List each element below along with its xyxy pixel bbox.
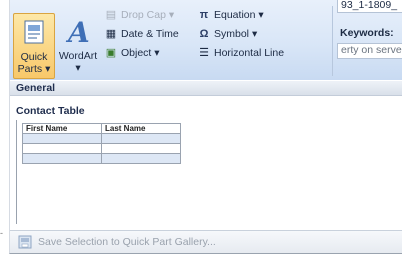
wordart-button[interactable]: A WordArt ▾ [58,13,98,77]
table-cell [22,143,102,154]
symbol-label: Symbol [214,28,250,40]
quick-parts-button[interactable]: Quick Parts ▾ [13,13,55,79]
save-gallery-icon [18,235,32,249]
horizontal-line-icon: ☰ [199,47,209,59]
contact-table[interactable]: First Name Last Name [22,123,181,164]
table-header-first-name: First Name [22,123,102,134]
quick-parts-gallery: General Contact Table First Name Last Na… [10,80,402,230]
equation-button[interactable]: π Equation ▾ [197,8,264,22]
ribbon-separator [332,6,333,76]
pi-icon: π [199,9,209,21]
horizontal-line-label: Horizontal Line [214,47,285,59]
save-to-gallery-label: Save Selection to Quick Part Gallery... [38,236,216,248]
gutter-mark: - [0,228,3,238]
object-icon: ▣ [105,47,117,59]
property-field[interactable]: erty on serve [337,43,402,59]
table-cell [101,153,181,164]
object-button[interactable]: ▣ Object ▾ [104,46,160,60]
table-cell [22,133,102,144]
drop-cap-arrow: ▾ [168,9,175,21]
drop-cap-icon: ▤ [105,9,117,21]
drop-cap-button[interactable]: ▤ Drop Cap ▾ [104,8,174,22]
table-cell [22,153,102,164]
object-label: Object [121,47,152,59]
horizontal-line-button[interactable]: ☰ Horizontal Line [197,46,284,60]
symbol-arrow: ▾ [251,28,258,40]
date-time-label: Date & Time [121,28,179,40]
table-row [22,153,181,164]
ribbon-insert-text-group: Quick Parts ▾ A WordArt ▾ ▤ Drop Cap ▾ ▦ D… [10,0,402,81]
calendar-icon: ▦ [105,28,117,40]
omega-icon: Ω [199,28,209,40]
equation-arrow: ▾ [258,9,264,21]
symbol-button[interactable]: Ω Symbol ▾ [197,27,258,41]
quick-parts-icon [24,20,44,44]
keywords-label: Keywords: [340,27,394,39]
wordart-label: WordArt [58,50,98,62]
drop-cap-label: Drop Cap [121,9,166,21]
gallery-item-title: Contact Table [16,105,85,117]
svg-text:A: A [65,17,90,45]
save-to-gallery-menu-item[interactable]: Save Selection to Quick Part Gallery... [10,230,402,253]
date-time-button[interactable]: ▦ Date & Time [104,27,179,41]
equation-label: Equation [214,9,256,21]
table-cell [101,133,181,144]
wordart-icon: A [65,16,90,49]
gallery-section-general: General [10,81,402,96]
table-cell [101,143,181,154]
wordart-arrow: ▾ [75,62,81,74]
table-header-last-name: Last Name [101,123,181,134]
quick-parts-label-2: Parts [17,63,43,75]
table-row [22,143,181,154]
quick-parts-dropdown-window: Quick Parts ▾ A WordArt ▾ ▤ Drop Cap ▾ ▦ D… [9,0,402,254]
quick-parts-arrow: ▾ [45,63,51,75]
object-arrow: ▾ [154,47,160,59]
document-field[interactable]: 93_1-1809_ [337,0,402,13]
quick-parts-label-1: Quick [20,51,48,63]
table-row [22,133,181,144]
